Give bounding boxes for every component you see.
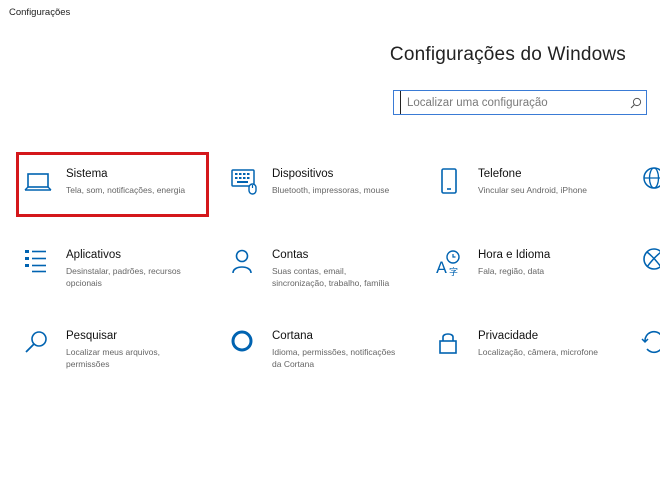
keyboard-icon <box>230 168 258 196</box>
tile-description: Vincular seu Android, iPhone <box>478 185 588 195</box>
tile-title: Hora e Idioma <box>478 249 551 261</box>
tile-aplicativos[interactable]: Aplicativos Desinstalar, padrões, recurs… <box>24 249 196 289</box>
cortana-ring-icon <box>230 330 258 358</box>
xbox-icon[interactable] <box>640 246 660 274</box>
tile-description: Desinstalar, padrões, recursos opcionais <box>66 266 181 288</box>
tile-telefone[interactable]: Telefone Vincular seu Android, iPhone <box>436 168 587 196</box>
tile-title: Telefone <box>478 168 522 180</box>
tile-hora-e-idioma[interactable]: A 字 Hora e Idioma Fala, região, data <box>436 249 550 277</box>
tile-dispositivos[interactable]: Dispositivos Bluetooth, impressoras, mou… <box>230 168 389 196</box>
tile-title: Aplicativos <box>66 249 121 261</box>
phone-icon <box>436 168 464 196</box>
tile-description: Localização, câmera, microfone <box>478 347 599 357</box>
tile-description: Suas contas, email, sincronização, traba… <box>272 266 390 288</box>
tile-title: Pesquisar <box>66 330 118 342</box>
tile-title: Contas <box>272 249 309 261</box>
search-icon <box>24 330 52 358</box>
window-title: Configurações <box>9 7 71 18</box>
globe-icon[interactable] <box>640 166 660 194</box>
search-icon[interactable] <box>626 97 646 109</box>
tile-title: Dispositivos <box>272 168 334 180</box>
tile-description: Idioma, permissões, notificações da Cort… <box>272 347 396 369</box>
highlight-box <box>16 152 209 217</box>
tile-contas[interactable]: Contas Suas contas, email, sincronização… <box>230 249 402 289</box>
language-time-icon: A 字 <box>436 249 464 277</box>
tile-description: Localizar meus arquivos, permissões <box>66 347 161 369</box>
apps-list-icon <box>24 249 52 277</box>
search-input[interactable] <box>400 91 626 114</box>
update-sync-icon[interactable] <box>640 328 660 356</box>
tile-cortana[interactable]: Cortana Idioma, permissões, notificações… <box>230 330 402 370</box>
svg-text:A: A <box>436 258 447 277</box>
lock-icon <box>436 330 464 358</box>
tile-title: Privacidade <box>478 330 539 342</box>
tile-privacidade[interactable]: Privacidade Localização, câmera, microfo… <box>436 330 598 358</box>
person-icon <box>230 249 258 277</box>
tile-description: Bluetooth, impressoras, mouse <box>272 185 390 195</box>
tile-description: Fala, região, data <box>478 266 545 276</box>
tile-title: Cortana <box>272 330 313 342</box>
tile-pesquisar[interactable]: Pesquisar Localizar meus arquivos, permi… <box>24 330 196 370</box>
svg-text:字: 字 <box>449 266 458 277</box>
search-box[interactable] <box>393 90 647 115</box>
page-title: Configurações do Windows <box>389 44 626 65</box>
